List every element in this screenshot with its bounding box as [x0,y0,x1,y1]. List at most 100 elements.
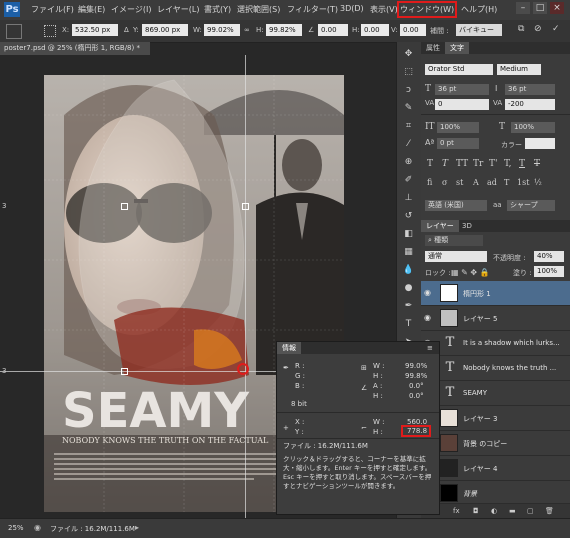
opacity-field[interactable]: 40% [534,251,564,262]
menu-filter[interactable]: フィルター(T) [287,4,338,15]
layer-row[interactable]: ◉ 背景 のコピー [421,431,570,456]
layer-row[interactable]: ◉ 楕円形 1 [421,281,570,306]
maximize-button[interactable]: □ [533,2,547,14]
menu-layer[interactable]: レイヤー(L) [157,4,199,15]
type-tool-icon[interactable]: T [402,318,415,331]
w-field[interactable]: 99.02% [204,24,240,36]
ordinals-icon[interactable]: 1st [517,178,529,187]
gradient-tool-icon[interactable]: ▦ [402,246,415,259]
faux-bold-icon[interactable]: T [427,159,433,169]
visibility-eye-icon[interactable]: ◉ [424,313,434,323]
menu-view[interactable]: 表示(V) [370,4,398,15]
layer-row[interactable]: ◉ レイヤー 3 [421,406,570,431]
hskew-field[interactable]: 0.00 [361,24,389,36]
tab-3d[interactable]: 3D [457,220,477,232]
tab-properties[interactable]: 属性 [421,42,445,54]
crop-tool-icon[interactable]: ⌗ [402,120,415,133]
move-tool-icon[interactable]: ✥ [402,48,415,61]
language-select[interactable]: 英語 (米国) [425,200,487,211]
lasso-tool-icon[interactable]: ↄ [402,84,415,97]
commit-transform-icon[interactable]: ✓ [552,24,560,34]
fx-icon[interactable]: fx [453,507,460,515]
minimize-button[interactable]: – [516,2,530,14]
h-field[interactable]: 99.82% [266,24,302,36]
eraser-tool-icon[interactable]: ◧ [402,228,415,241]
dodge-tool-icon[interactable]: ● [402,282,415,295]
menu-type[interactable]: 書式(Y) [204,4,231,15]
layer-row[interactable]: ◉ T Nobody knows the truth ... [421,356,570,381]
underline-icon[interactable]: T [519,159,525,169]
menu-file[interactable]: ファイル(F) [31,4,74,15]
y-field[interactable]: 869.00 px [142,24,188,36]
horizontal-scale-field[interactable]: 100% [511,122,555,133]
document-tab[interactable]: poster7.psd @ 25% (楕円形 1, RGB/8) * [0,42,150,55]
tab-layers[interactable]: レイヤー [421,220,459,232]
blend-mode-select[interactable]: 通常 [425,251,487,262]
marquee-tool-icon[interactable]: ⬚ [402,66,415,79]
all-caps-icon[interactable]: TT [456,159,468,169]
stamp-tool-icon[interactable]: ⊥ [402,192,415,205]
menu-image[interactable]: イメージ(I) [111,4,151,15]
layer-row[interactable]: ◉ 背景 [421,481,570,504]
brush-tool-icon[interactable]: ✐ [402,174,415,187]
baseline-shift-field[interactable]: 0 pt [437,138,479,149]
cancel-transform-icon[interactable]: ⊘ [534,24,542,34]
subscript-icon[interactable]: T, [504,159,512,169]
menu-select[interactable]: 選択範囲(S) [237,4,280,15]
text-color-swatch[interactable] [525,138,555,149]
small-caps-icon[interactable]: Tr [473,159,483,169]
quick-select-tool-icon[interactable]: ✎ [402,102,415,115]
close-window-button[interactable]: × [550,2,564,14]
x-field[interactable]: 532.50 px [72,24,118,36]
angle-field[interactable]: 0.00 [318,24,348,36]
menu-window[interactable]: ウィンドウ(W) [396,1,458,18]
link-icon[interactable]: ∞ [244,26,250,34]
menu-edit[interactable]: 編集(E) [78,4,105,15]
antialias-select[interactable]: シャープ [507,200,555,211]
guide-vertical[interactable] [245,55,246,518]
leading-field[interactable]: 36 pt [505,84,555,95]
font-size-field[interactable]: 36 pt [435,84,489,95]
eyedropper-tool-icon[interactable]: ⁄ [402,138,415,151]
faux-italic-icon[interactable]: T [442,159,448,169]
transform-handle[interactable] [242,203,249,210]
panel-menu-icon[interactable]: ≡ [427,344,433,352]
tab-character[interactable]: 文字 [445,42,469,54]
transform-handle[interactable] [121,368,128,375]
fractions-icon[interactable]: ½ [534,178,542,187]
pen-tool-icon[interactable]: ✒ [402,300,415,313]
menu-3d[interactable]: 3D(D) [340,4,364,13]
zoom-level[interactable]: 25% [8,524,24,532]
menu-help[interactable]: ヘルプ(H) [461,4,497,15]
history-brush-icon[interactable]: ↺ [402,210,415,223]
layer-row[interactable]: ◉ T SEAMY [421,381,570,406]
discretionary-ligature-icon[interactable]: st [456,178,463,187]
vertical-scale-field[interactable]: 100% [437,122,479,133]
reference-point-icon[interactable] [44,25,56,37]
superscript-icon[interactable]: T' [489,159,497,169]
stylistic-alt-icon[interactable]: ad [487,178,497,187]
contextual-alt-icon[interactable]: σ [442,178,447,187]
interpolation-select[interactable]: バイキュー [456,24,502,36]
new-layer-icon[interactable]: ▢ [527,507,534,515]
status-info-icon[interactable]: ◉ [34,523,41,532]
ligature-icon[interactable]: fi [427,178,432,187]
font-style-select[interactable]: Medium [497,64,541,75]
vskew-field[interactable]: 0.00 [400,24,426,36]
layer-row[interactable]: ◉ レイヤー 5 [421,306,570,331]
fill-field[interactable]: 100% [534,266,564,277]
warp-icon[interactable]: ⧉ [518,24,524,34]
layer-filter-select[interactable]: ⌕ 種類 [425,235,483,246]
blur-tool-icon[interactable]: 💧 [402,264,415,277]
layer-row[interactable]: ◉ レイヤー 4 [421,456,570,481]
status-arrow-icon[interactable]: ▸ [135,523,139,532]
lock-icons[interactable]: ▦ ✎ ✥ 🔒 [451,268,490,277]
visibility-eye-icon[interactable]: ◉ [424,288,434,298]
healing-tool-icon[interactable]: ⊕ [402,156,415,169]
titling-alt-icon[interactable]: T [504,178,509,187]
kerning-field[interactable]: 0 [435,99,489,110]
layer-row[interactable]: ◉ T It is a shadow which lurks... [421,331,570,356]
font-family-select[interactable]: Orator Std [425,64,493,75]
mask-icon[interactable]: ◘ [473,507,479,515]
transform-handle[interactable] [121,203,128,210]
